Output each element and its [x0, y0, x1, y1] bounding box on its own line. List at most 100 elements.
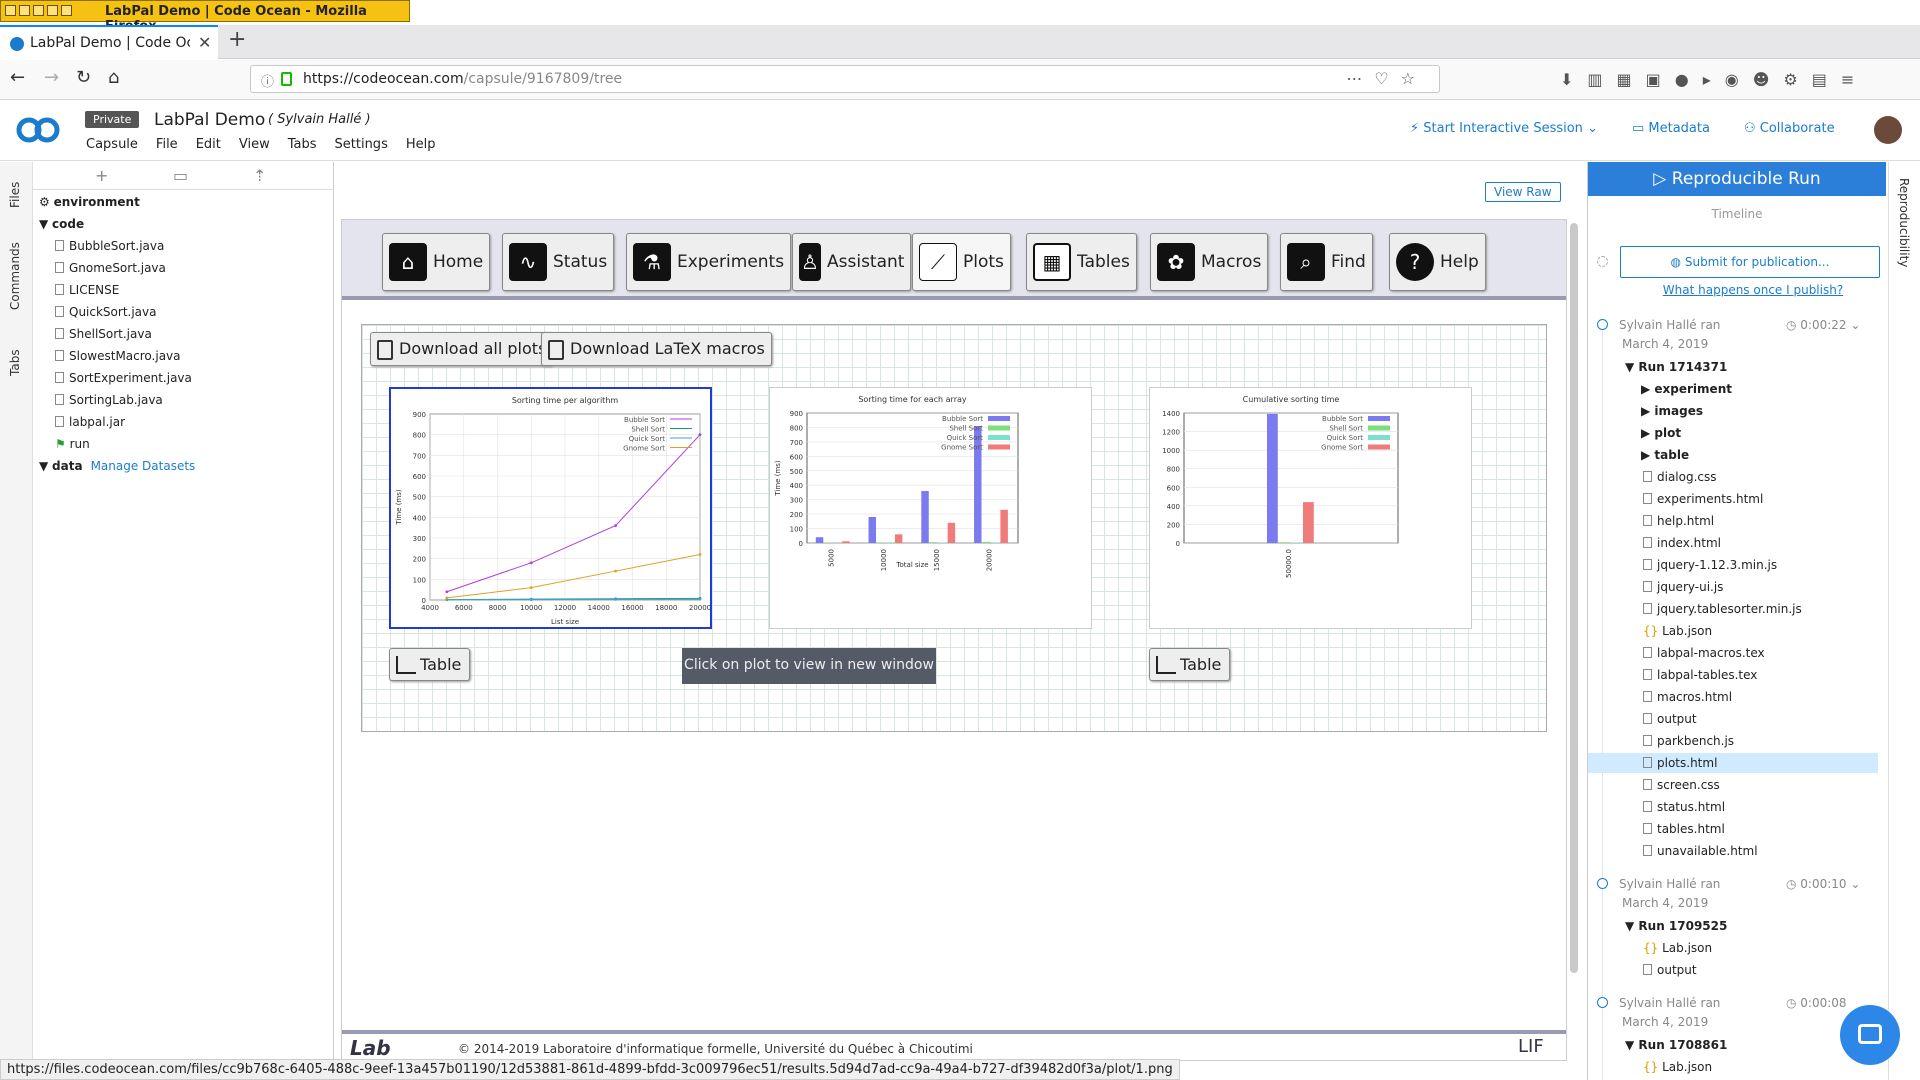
run-file[interactable]: unavailable.html: [1643, 844, 1758, 858]
nav-experiments-button[interactable]: ⚗ Experiments: [626, 233, 792, 291]
reproducible-run-button[interactable]: ▷ Reproducible Run: [1588, 162, 1886, 196]
run-file[interactable]: screen.css: [1643, 778, 1720, 792]
chat-button[interactable]: [1840, 1005, 1900, 1065]
run-folder[interactable]: ▶ experiment: [1641, 382, 1732, 396]
menu-tabs[interactable]: Tabs: [288, 137, 317, 152]
run-file[interactable]: output: [1643, 963, 1697, 977]
run-file[interactable]: labpal-macros.tex: [1643, 646, 1765, 660]
close-tab-icon[interactable]: ✕: [198, 33, 211, 52]
toolbar-icons[interactable]: ⬇▥▦▣●▸◉☻⚙▤≡: [1560, 70, 1868, 89]
download-plots-button[interactable]: Download all plots: [370, 332, 554, 366]
run-file[interactable]: macros.html: [1643, 690, 1732, 704]
start-session-button[interactable]: ⚡ Start Interactive Session ⌄: [1410, 121, 1598, 136]
tree-file[interactable]: SlowestMacro.java: [55, 349, 181, 363]
run-file[interactable]: status.html: [1643, 800, 1725, 814]
reload-icon[interactable]: ↻: [76, 67, 91, 88]
tree-file[interactable]: ShellSort.java: [55, 327, 152, 341]
back-icon[interactable]: ←: [10, 67, 25, 88]
collaborate-button[interactable]: ⚇ Collaborate: [1744, 121, 1835, 136]
codeocean-logo[interactable]: [14, 115, 62, 153]
menu-view[interactable]: View: [239, 137, 270, 152]
metadata-button[interactable]: ▭ Metadata: [1632, 121, 1710, 136]
table-button[interactable]: Table: [389, 648, 471, 681]
run-file[interactable]: dialog.css: [1643, 470, 1717, 484]
menu-settings[interactable]: Settings: [335, 137, 388, 152]
view-raw-button[interactable]: View Raw: [1485, 182, 1561, 202]
table-button[interactable]: Table: [1149, 648, 1231, 681]
run-duration[interactable]: ◷ 0:00:10 ⌄: [1786, 877, 1860, 891]
run-file[interactable]: jquery-ui.js: [1643, 580, 1723, 594]
run-file[interactable]: jquery.tablesorter.min.js: [1643, 602, 1802, 616]
run-file[interactable]: {} Lab.json: [1643, 624, 1712, 638]
run-file[interactable]: parkbench.js: [1643, 734, 1734, 748]
run-file[interactable]: plots.html: [1643, 756, 1717, 770]
nav-tables-button[interactable]: ▦ Tables: [1026, 233, 1137, 291]
run-file[interactable]: tables.html: [1643, 822, 1725, 836]
run-id[interactable]: ▼ Run 1709525: [1625, 919, 1727, 933]
browser-tab[interactable]: LabPal Demo | Code Ocean ✕: [0, 25, 218, 59]
run-folder[interactable]: ▶ table: [1641, 448, 1689, 462]
run-file[interactable]: {} Lab.json: [1643, 941, 1712, 955]
run-id[interactable]: ▼ Run 1708861: [1625, 1038, 1727, 1052]
plot-cumulative-sorting-time[interactable]: Cumulative sorting time 0 200 400 600 800 1000…: [1149, 387, 1472, 629]
tree-file[interactable]: labpal.jar: [55, 415, 125, 429]
run-duration[interactable]: ◷ 0:00:22 ⌄: [1786, 318, 1860, 332]
run-file[interactable]: index.html: [1643, 536, 1721, 550]
run-duration[interactable]: ◷ 0:00:08: [1786, 996, 1847, 1010]
nav-find-button[interactable]: ⌕ Find: [1280, 233, 1373, 291]
submit-publication-button[interactable]: ◍ Submit for publication...: [1620, 246, 1880, 278]
run-file[interactable]: jquery-1.12.3.min.js: [1643, 558, 1777, 572]
tree-environment[interactable]: ⚙ environment: [39, 195, 140, 209]
center-scrollbar[interactable]: [1570, 223, 1578, 973]
tree-file-run[interactable]: ⚑ run: [55, 437, 90, 451]
plot-sorting-time-each-array[interactable]: Sorting time for each array 0 100 200 300 400…: [769, 387, 1092, 629]
tree-file[interactable]: BubbleSort.java: [55, 239, 164, 253]
page-actions-icons[interactable]: ⋯♡☆: [1346, 69, 1427, 88]
reproducibility-vertical-tab[interactable]: Reproducibility: [1888, 162, 1920, 1080]
menu-edit[interactable]: Edit: [196, 137, 221, 152]
menu-file[interactable]: File: [156, 137, 178, 152]
download-macros-button[interactable]: Download LaTeX macros: [541, 332, 772, 366]
run-file[interactable]: labpal-tables.tex: [1643, 668, 1757, 682]
nav-help-button[interactable]: ? Help: [1389, 233, 1486, 291]
tab-commands[interactable]: Commands: [8, 242, 22, 310]
run-file[interactable]: experiments.html: [1643, 492, 1763, 506]
run-folder[interactable]: ▶ plot: [1641, 426, 1681, 440]
tab-files[interactable]: Files: [8, 182, 22, 208]
forward-icon[interactable]: →: [44, 67, 59, 88]
nav-home-button[interactable]: ⌂ Home: [382, 233, 491, 291]
window-controls[interactable]: [5, 5, 72, 16]
tree-file[interactable]: GnomeSort.java: [55, 261, 166, 275]
upload-icon[interactable]: ⇡: [253, 166, 266, 185]
add-file-icon[interactable]: +: [95, 166, 108, 185]
new-tab-icon[interactable]: +: [228, 27, 246, 52]
capsule-title[interactable]: LabPal Demo: [154, 110, 265, 130]
avatar[interactable]: [1874, 116, 1902, 144]
add-folder-icon[interactable]: ▭: [173, 166, 188, 185]
home-icon[interactable]: ⌂: [108, 67, 119, 88]
run-file[interactable]: output: [1643, 712, 1697, 726]
plot-sorting-time-per-algorithm[interactable]: Sorting time per algorithm 0 100 200 300 400 5…: [389, 387, 712, 629]
run-folder[interactable]: ▶ images: [1641, 404, 1703, 418]
info-icon[interactable]: ⓘ: [261, 71, 274, 90]
tree-file[interactable]: SortExperiment.java: [55, 371, 192, 385]
nav-status-button[interactable]: ∿ Status: [502, 233, 615, 291]
tab-tabs[interactable]: Tabs: [8, 349, 22, 376]
tree-file[interactable]: QuickSort.java: [55, 305, 157, 319]
url-bar[interactable]: ⓘ https://codeocean.com/capsule/9167809/…: [250, 65, 1440, 93]
tree-data-folder[interactable]: ▼ data Manage Datasets: [39, 459, 195, 473]
tree-file[interactable]: LICENSE: [55, 283, 119, 297]
what-happens-link[interactable]: What happens once I publish?: [1588, 283, 1918, 297]
menu-capsule[interactable]: Capsule: [86, 137, 138, 152]
run-id[interactable]: ▼ Run 1714371: [1625, 360, 1727, 374]
legend-swatch: [1368, 425, 1390, 431]
nav-assistant-button[interactable]: ♙ Assistant: [792, 233, 912, 291]
tree-code-folder[interactable]: ▼ code: [39, 217, 84, 231]
run-file[interactable]: {} Lab.json: [1643, 1060, 1712, 1074]
manage-datasets-link[interactable]: Manage Datasets: [91, 459, 196, 473]
menu-help[interactable]: Help: [406, 137, 436, 152]
nav-plots-button[interactable]: ⟋ Plots: [912, 233, 1011, 291]
tree-file[interactable]: SortingLab.java: [55, 393, 163, 407]
nav-macros-button[interactable]: ✿ Macros: [1150, 233, 1269, 291]
run-file[interactable]: help.html: [1643, 514, 1714, 528]
